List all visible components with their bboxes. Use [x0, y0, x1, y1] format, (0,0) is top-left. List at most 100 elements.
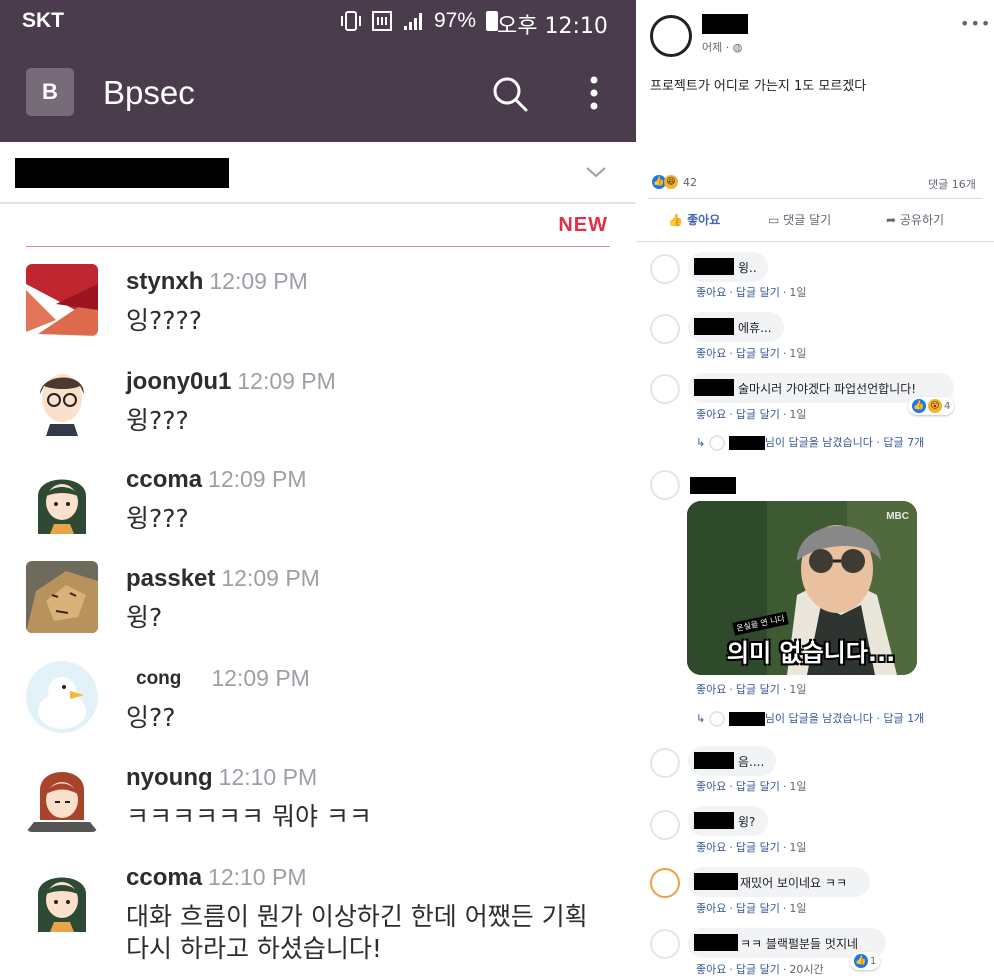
comment-reactions[interactable]: 👍 😮 4	[908, 397, 955, 415]
redacted-commenter[interactable]	[694, 873, 738, 890]
comment-bubble[interactable]: 에휴...	[688, 312, 784, 342]
redacted-commenter[interactable]	[694, 318, 734, 335]
comment-like-link[interactable]: 좋아요	[696, 780, 726, 793]
message-author[interactable]: ccoma 12:09 PM	[126, 466, 307, 494]
comment-bubble[interactable]: 윙?	[688, 806, 768, 836]
avatar[interactable]	[26, 760, 98, 832]
redacted-commenter[interactable]	[694, 379, 734, 396]
image-logo: MBC	[886, 511, 909, 522]
redacted-author-name[interactable]	[702, 14, 748, 34]
commenter-avatar[interactable]	[650, 929, 680, 959]
avatar[interactable]	[26, 364, 98, 436]
comment-reply-link[interactable]: 답글 달기	[736, 841, 780, 854]
chevron-down-icon[interactable]	[584, 160, 608, 184]
username[interactable]: nyoung	[126, 764, 213, 791]
search-icon[interactable]	[492, 76, 528, 112]
message-author[interactable]: cong 12:09 PM	[126, 665, 310, 693]
comment-age[interactable]: 20시간	[789, 963, 823, 976]
app-bar: B Bpsec	[0, 44, 636, 142]
avatar[interactable]	[26, 860, 98, 932]
username[interactable]: cong	[136, 668, 181, 689]
divider	[636, 241, 994, 242]
comment-reactions[interactable]: 👍 1	[850, 952, 881, 970]
more-options-icon[interactable]	[584, 74, 604, 112]
post-meta[interactable]: 어제 · ◍	[702, 39, 742, 55]
comment-bubble[interactable]: 재밌어 보이네요 ㅋㅋ	[688, 867, 870, 897]
username[interactable]: joony0u1	[126, 368, 231, 395]
comment-button-label: 댓글 달기	[783, 213, 832, 227]
comment-reply-link[interactable]: 답글 달기	[736, 286, 780, 299]
comment-button[interactable]: ▭ 댓글 달기	[768, 211, 831, 228]
comment-age[interactable]: 1일	[789, 902, 806, 915]
author-avatar[interactable]	[650, 15, 692, 57]
comment-age[interactable]: 1일	[789, 408, 806, 421]
redacted-commenter[interactable]	[694, 258, 734, 275]
commenter-avatar[interactable]	[650, 810, 680, 840]
more-options-icon[interactable]: •••	[960, 14, 991, 33]
message-author[interactable]: ccoma 12:10 PM	[126, 864, 307, 892]
username[interactable]: passket	[126, 565, 215, 592]
message-text: 잉??	[126, 703, 176, 732]
redacted-commenter[interactable]	[690, 477, 736, 494]
commenter-avatar[interactable]	[650, 868, 680, 898]
comment-age[interactable]: 1일	[789, 683, 806, 696]
commenter-avatar[interactable]	[650, 374, 680, 404]
commenter-avatar[interactable]	[650, 254, 680, 284]
replies-text[interactable]: 님이 답글을 남겼습니다 · 답글 1개	[765, 712, 925, 725]
channel-header[interactable]	[0, 142, 636, 204]
slack-screen: SKT 97% 오후 12:10 B Bpsec NEW stynxh 12:09…	[0, 0, 636, 978]
commenter-avatar[interactable]	[650, 314, 680, 344]
comment-reply-link[interactable]: 답글 달기	[736, 902, 780, 915]
message-text: 잉????	[126, 306, 203, 335]
message-author[interactable]: joony0u1 12:09 PM	[126, 368, 336, 396]
redacted-commenter[interactable]	[694, 812, 734, 829]
comment-like-link[interactable]: 좋아요	[696, 963, 726, 976]
comment-age[interactable]: 1일	[789, 347, 806, 360]
message-author[interactable]: stynxh 12:09 PM	[126, 268, 308, 296]
username[interactable]: ccoma	[126, 466, 202, 493]
comment-like-link[interactable]: 좋아요	[696, 902, 726, 915]
redacted-commenter[interactable]	[694, 934, 738, 951]
wow-reaction-icon: 😮	[928, 399, 942, 413]
like-button[interactable]: 👍 좋아요	[668, 211, 720, 228]
avatar[interactable]	[26, 561, 98, 633]
comment-like-link[interactable]: 좋아요	[696, 841, 726, 854]
reaction-summary[interactable]: 👍 😆 42	[652, 175, 697, 189]
comment-reply-link[interactable]: 답글 달기	[736, 780, 780, 793]
comment-image[interactable]: MBC 온실을 연 니다 의미 없습니다...	[687, 501, 917, 675]
comment-reply-link[interactable]: 답글 달기	[736, 963, 780, 976]
comment-reply-link[interactable]: 답글 달기	[736, 347, 780, 360]
timestamp: 12:09 PM	[237, 368, 336, 394]
comment-like-link[interactable]: 좋아요	[696, 286, 726, 299]
share-button[interactable]: ➦ 공유하기	[886, 211, 944, 228]
commenter-avatar[interactable]	[650, 470, 680, 500]
comment-like-link[interactable]: 좋아요	[696, 347, 726, 360]
commenter-avatar[interactable]	[650, 748, 680, 778]
comment-reply-link[interactable]: 답글 달기	[736, 408, 780, 421]
team-icon[interactable]: B	[26, 68, 74, 116]
message-author[interactable]: nyoung 12:10 PM	[126, 764, 317, 792]
thumbs-up-icon: 👍	[668, 213, 683, 227]
username[interactable]: stynxh	[126, 268, 203, 295]
comment-age[interactable]: 1일	[789, 780, 806, 793]
message-author[interactable]: passket 12:09 PM	[126, 565, 320, 593]
avatar[interactable]	[26, 264, 98, 336]
share-icon: ➦	[886, 213, 897, 227]
username[interactable]: ccoma	[126, 864, 202, 891]
comment-age[interactable]: 1일	[789, 286, 806, 299]
comment-like-link[interactable]: 좋아요	[696, 683, 726, 696]
comment-age[interactable]: 1일	[789, 841, 806, 854]
comment-bubble[interactable]: 음....	[688, 746, 776, 776]
replies-text[interactable]: 님이 답글을 남겼습니다 · 답글 7개	[765, 436, 925, 449]
comment-reply-link[interactable]: 답글 달기	[736, 683, 780, 696]
redacted-commenter[interactable]	[694, 752, 734, 769]
comment-like-link[interactable]: 좋아요	[696, 408, 726, 421]
replies-link[interactable]: ↳ 님이 답글을 남겼습니다 · 답글 7개	[696, 434, 924, 451]
avatar[interactable]	[26, 462, 98, 534]
post-time[interactable]: 어제 ·	[702, 41, 729, 54]
replies-link[interactable]: ↳ 님이 답글을 남겼습니다 · 답글 1개	[696, 710, 924, 727]
comment-count[interactable]: 댓글 16개	[928, 176, 976, 192]
replier-avatar	[708, 435, 725, 451]
comment-bubble[interactable]: 윙..	[688, 252, 768, 282]
avatar[interactable]	[26, 661, 98, 733]
